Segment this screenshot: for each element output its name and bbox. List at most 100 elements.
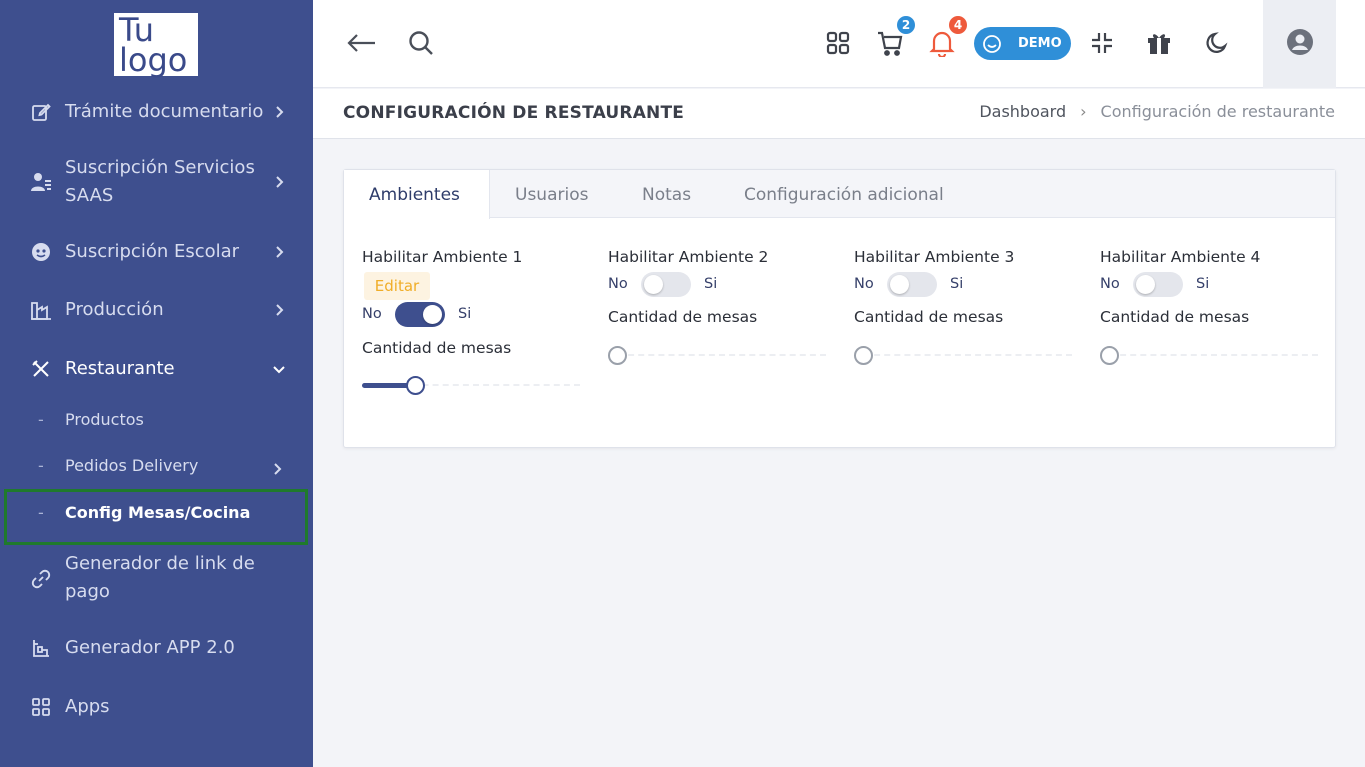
slider-track [864, 354, 1072, 356]
edit-button[interactable]: Editar [364, 272, 430, 300]
cart-count-badge: 2 [895, 14, 917, 36]
fullscreen-exit-icon[interactable] [1086, 27, 1118, 59]
sidebar-item-restaurante[interactable]: Restaurante [0, 355, 313, 383]
sidebar-item-label: Producción [65, 299, 164, 320]
sidebar-subitem-label: Config Mesas/Cocina [65, 503, 251, 522]
user-list-icon [30, 171, 52, 193]
toggle-knob [423, 305, 442, 324]
toggle-knob [644, 275, 663, 294]
sidebar-subitem-config-mesas[interactable]: - Config Mesas/Cocina [4, 489, 308, 545]
enable-switch-row: No Si [854, 272, 1084, 298]
sidebar-item-saas[interactable]: Suscripción Servicios SAAS [0, 154, 313, 210]
slider-track [618, 354, 826, 356]
tab-usuarios[interactable]: Usuarios [515, 170, 588, 219]
toggle-knob [1136, 275, 1155, 294]
sidebar-item-apps[interactable]: Apps [0, 693, 313, 721]
sidebar-item-label: Suscripción Servicios SAAS [65, 157, 255, 206]
enable-switch-row: No Si [608, 272, 838, 298]
switch-on-label: Si [1196, 276, 1210, 292]
logo-line-2: logo [119, 41, 188, 79]
cart-icon[interactable]: 2 [874, 14, 917, 59]
chevron-right-icon [272, 175, 286, 189]
table-count-slider[interactable] [854, 345, 1072, 365]
sidebar-item-label: Generador de link de pago [65, 553, 255, 602]
tab-configuracion-adicional[interactable]: Configuración adicional [744, 170, 944, 219]
smile-icon [982, 34, 1002, 54]
user-menu[interactable] [1263, 0, 1336, 88]
student-icon [30, 241, 52, 263]
sidebar-subitem-label: Productos [65, 410, 144, 429]
slider-handle[interactable] [608, 346, 627, 365]
search-icon[interactable] [405, 27, 437, 59]
sidebar-item-tramite[interactable]: Trámite documentario [0, 98, 313, 126]
chevron-down-icon [272, 362, 286, 376]
switch-on-label: Si [950, 276, 964, 292]
tab-ambientes[interactable]: Ambientes [344, 170, 490, 219]
notification-bell-icon[interactable]: 4 [926, 14, 969, 59]
sidebar-subitem-label: Pedidos Delivery [65, 456, 199, 475]
enable-toggle[interactable] [641, 272, 691, 297]
ambiente-title: Habilitar Ambiente 3 [854, 248, 1015, 266]
avatar-icon [1286, 28, 1314, 60]
breadcrumb: Dashboard › Configuración de restaurante [979, 102, 1335, 121]
table-count-slider[interactable] [1100, 345, 1318, 365]
table-count-label: Cantidad de mesas [362, 339, 512, 357]
table-count-slider[interactable] [362, 375, 580, 395]
link-icon [30, 568, 52, 590]
sidebar-item-label: Generador APP 2.0 [65, 637, 235, 658]
ambientes-card: Ambientes Usuarios Notas Configuración a… [343, 169, 1336, 448]
breadcrumb-current: Configuración de restaurante [1100, 102, 1335, 121]
gift-box-icon[interactable] [1143, 27, 1175, 59]
slider-handle[interactable] [406, 376, 425, 395]
sub-dash: - [38, 410, 44, 429]
dark-mode-moon-icon[interactable] [1201, 27, 1233, 59]
switch-off-label: No [362, 306, 382, 322]
sub-dash: - [38, 503, 44, 522]
ambiente-title: Habilitar Ambiente 1 [362, 248, 523, 266]
fork-knife-icon [30, 358, 52, 380]
enable-switch-row: No Si [362, 302, 592, 328]
page-header: CONFIGURACIÓN DE RESTAURANTE Dashboard ›… [313, 89, 1365, 139]
enable-toggle[interactable] [887, 272, 937, 297]
breadcrumb-home-link[interactable]: Dashboard [979, 102, 1066, 121]
tab-notas[interactable]: Notas [642, 170, 691, 219]
enable-toggle[interactable] [1133, 272, 1183, 297]
table-count-slider[interactable] [608, 345, 826, 365]
ambiente-title: Habilitar Ambiente 4 [1100, 248, 1261, 266]
ambiente-title: Habilitar Ambiente 2 [608, 248, 769, 266]
back-arrow-icon[interactable] [345, 27, 377, 59]
edit-document-icon [30, 101, 52, 123]
apps-grid-icon[interactable] [822, 27, 854, 59]
demo-label: DEMO [1018, 36, 1062, 51]
apps-grid-icon [30, 696, 52, 718]
sidebar-item-produccion[interactable]: Producción [0, 296, 313, 324]
sidebar-item-label: Suscripción Escolar [65, 241, 240, 262]
enable-toggle[interactable] [395, 302, 445, 327]
demo-toggle-button[interactable]: DEMO [974, 27, 1071, 60]
sidebar-subitem-productos[interactable]: - Productos [0, 401, 313, 441]
sidebar-item-link-pago[interactable]: Generador de link de pago [0, 550, 313, 606]
breadcrumb-separator: › [1080, 102, 1087, 121]
switch-off-label: No [854, 276, 874, 292]
sidebar-item-escolar[interactable]: Suscripción Escolar [0, 238, 313, 266]
chevron-right-icon [272, 303, 286, 317]
table-count-label: Cantidad de mesas [1100, 308, 1250, 326]
slider-handle[interactable] [854, 346, 873, 365]
sidebar-item-generador-app[interactable]: Generador APP 2.0 [0, 634, 313, 662]
page-title: CONFIGURACIÓN DE RESTAURANTE [343, 103, 685, 123]
switch-on-label: Si [458, 306, 472, 322]
sidebar: Tu logo Trámite documentario Suscripción… [0, 0, 313, 767]
switch-on-label: Si [704, 276, 718, 292]
factory-icon [30, 299, 52, 321]
switch-off-label: No [608, 276, 628, 292]
toggle-knob [890, 275, 909, 294]
enable-switch-row: No Si [1100, 272, 1330, 298]
table-count-label: Cantidad de mesas [854, 308, 1004, 326]
sub-dash: - [38, 456, 44, 475]
tab-bar: Ambientes Usuarios Notas Configuración a… [344, 170, 1335, 219]
app-builder-icon [30, 637, 52, 659]
sidebar-item-label: Trámite documentario [65, 101, 264, 122]
sidebar-subitem-pedidos-delivery[interactable]: - Pedidos Delivery [0, 447, 313, 487]
brand-logo[interactable]: Tu logo [114, 13, 198, 76]
slider-handle[interactable] [1100, 346, 1119, 365]
